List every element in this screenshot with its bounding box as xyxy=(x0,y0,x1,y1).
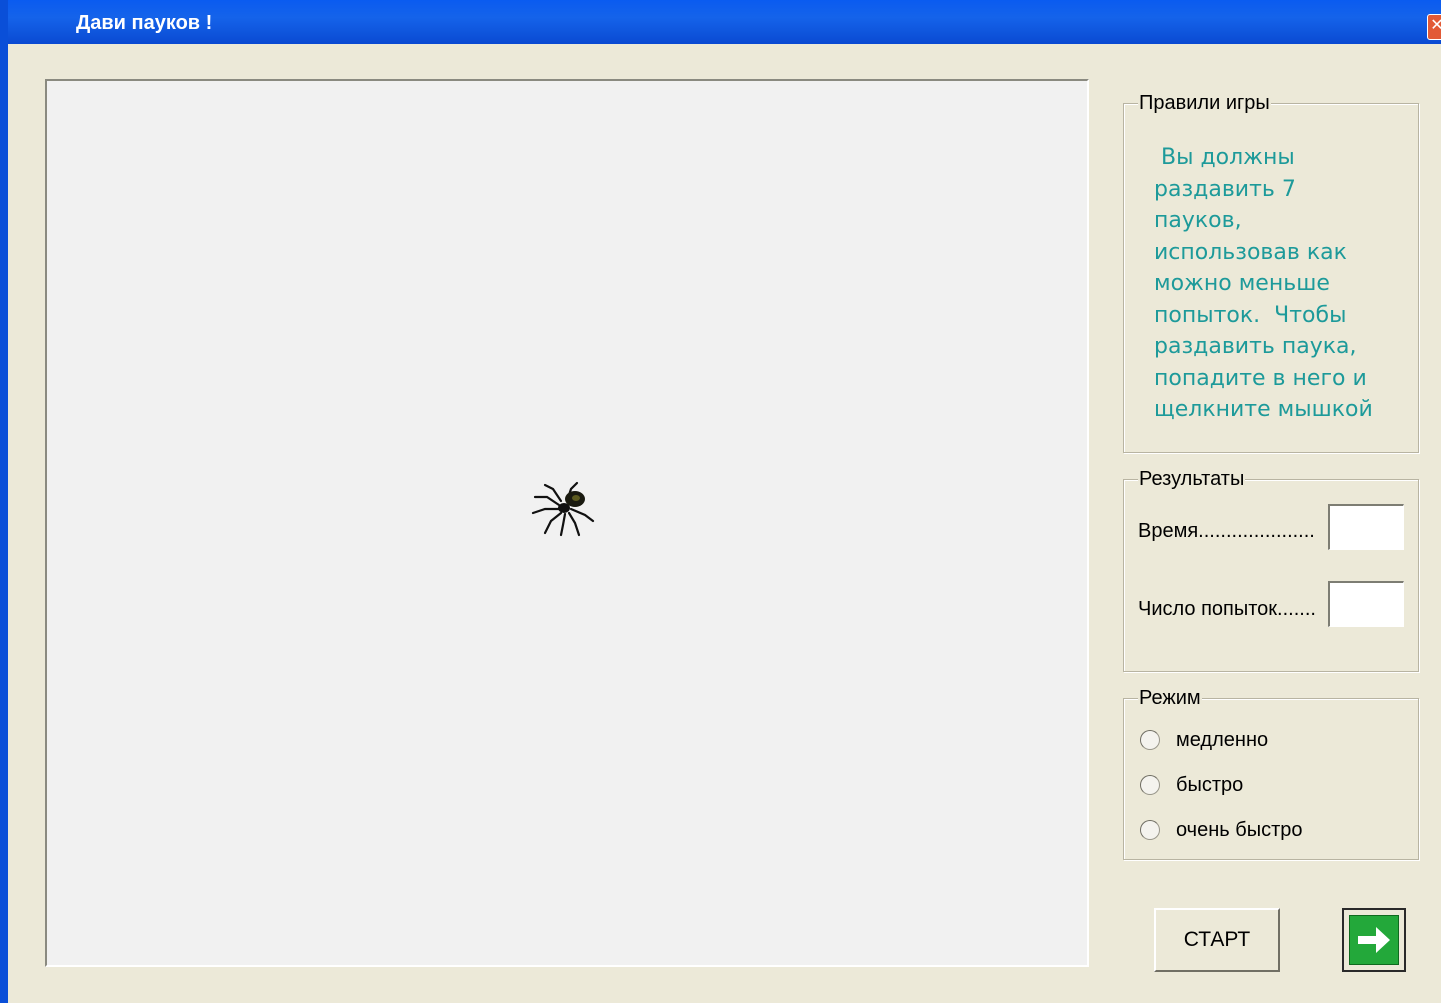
spider-icon[interactable] xyxy=(531,479,597,537)
mode-legend: Режим xyxy=(1138,687,1202,710)
start-button[interactable]: СТАРТ xyxy=(1154,908,1280,972)
radio-button[interactable] xyxy=(1140,775,1160,795)
mode-option-fast[interactable]: быстро xyxy=(1140,771,1243,799)
time-label: Время..................... xyxy=(1138,520,1315,542)
rules-legend: Правили игры xyxy=(1138,92,1271,115)
next-button-face xyxy=(1349,915,1399,965)
title-bar[interactable]: Дави пауков ! ✕ xyxy=(8,0,1441,44)
rules-line: пауков, xyxy=(1154,208,1242,233)
rules-text: Вы должны раздавить 7 пауков, использова… xyxy=(1154,142,1404,426)
attempts-field[interactable] xyxy=(1328,581,1404,627)
rules-line: раздавить 7 xyxy=(1154,176,1296,202)
radio-button[interactable] xyxy=(1140,730,1160,750)
mode-option-slow[interactable]: медленно xyxy=(1140,726,1268,754)
mode-group: Режим медленно быстро очень быстро xyxy=(1123,687,1419,860)
mode-option-very-fast[interactable]: очень быстро xyxy=(1140,816,1302,844)
rules-group: Правили игры Вы должны раздавить 7 пауко… xyxy=(1123,92,1419,453)
results-group: Результаты Время..................... Чи… xyxy=(1123,468,1419,672)
attempts-label: Число попыток....... xyxy=(1138,598,1316,620)
rules-line: попадите в него и xyxy=(1154,365,1367,391)
rules-line: Вы должны xyxy=(1154,145,1295,170)
play-field[interactable] xyxy=(45,79,1089,967)
close-icon[interactable]: ✕ xyxy=(1427,14,1441,40)
radio-button[interactable] xyxy=(1140,820,1160,840)
game-window: Дави пауков ! ✕ Правили игры Вы должны р… xyxy=(0,0,1441,1003)
mode-option-label: очень быстро xyxy=(1176,818,1303,841)
rules-line: использовав как xyxy=(1154,239,1347,265)
window-title: Дави пауков ! xyxy=(76,12,213,34)
arrow-right-icon xyxy=(1358,927,1390,953)
results-legend: Результаты xyxy=(1138,468,1246,491)
next-button[interactable] xyxy=(1342,908,1406,972)
rules-line: попыток. Чтобы xyxy=(1154,302,1347,328)
time-field[interactable] xyxy=(1328,504,1404,550)
mode-option-label: быстро xyxy=(1176,773,1244,796)
mode-option-label: медленно xyxy=(1176,728,1269,751)
rules-line: раздавить паука, xyxy=(1154,334,1357,359)
rules-line: можно меньше xyxy=(1154,271,1330,296)
rules-line: щелкните мышкой xyxy=(1154,397,1373,422)
